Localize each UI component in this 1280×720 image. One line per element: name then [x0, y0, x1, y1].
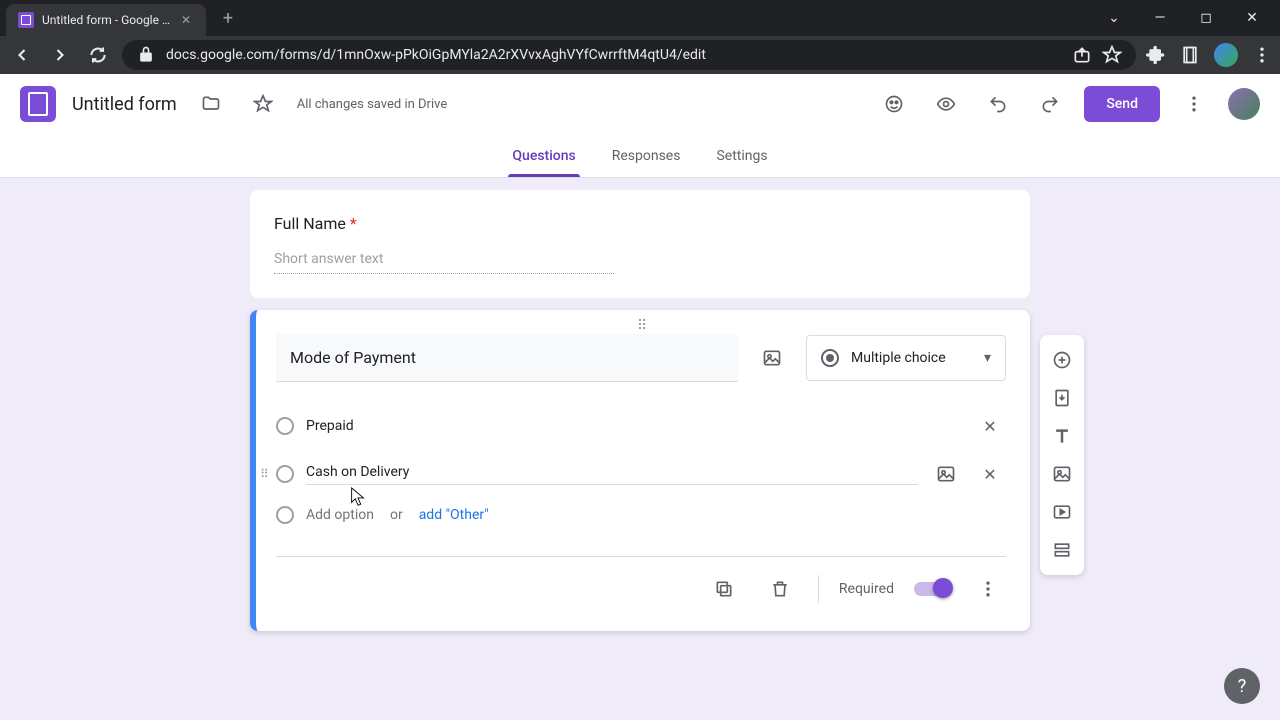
or-text: or: [390, 507, 403, 523]
radio-icon: [821, 349, 839, 367]
radio-icon: [276, 417, 294, 435]
type-label: Multiple choice: [851, 350, 946, 366]
browser-menu-icon[interactable]: [1252, 45, 1272, 65]
required-toggle[interactable]: [914, 582, 950, 596]
address-bar: docs.google.com/forms/d/1mnOxw-pPkOiGpMY…: [0, 36, 1280, 74]
move-folder-icon[interactable]: [193, 86, 229, 122]
short-answer-placeholder: Short answer text: [274, 251, 614, 274]
tab-responses[interactable]: Responses: [608, 134, 685, 177]
option-drag-icon[interactable]: ⠿: [260, 467, 269, 481]
add-question-icon[interactable]: [1040, 341, 1084, 379]
tab-settings[interactable]: Settings: [712, 134, 771, 177]
url-text: docs.google.com/forms/d/1mnOxw-pPkOiGpMY…: [166, 47, 1062, 63]
star-icon[interactable]: [245, 86, 281, 122]
question-title-input[interactable]: [276, 334, 738, 382]
question-card-active[interactable]: ⠿ Multiple choice ▾ Prepaid ✕: [250, 310, 1030, 631]
preview-icon[interactable]: [928, 86, 964, 122]
account-avatar-icon[interactable]: [1228, 88, 1260, 120]
send-button[interactable]: Send: [1084, 86, 1160, 122]
question-title: Full Name: [274, 214, 346, 233]
remove-option-icon[interactable]: ✕: [974, 410, 1006, 442]
reload-icon[interactable]: [84, 41, 112, 69]
share-icon[interactable]: [1072, 45, 1092, 65]
lock-icon: [136, 45, 156, 65]
add-option-button[interactable]: Add option: [306, 507, 374, 523]
app-header: Untitled form All changes saved in Drive…: [0, 74, 1280, 134]
option-text[interactable]: Prepaid: [306, 418, 962, 434]
url-input[interactable]: docs.google.com/forms/d/1mnOxw-pPkOiGpMY…: [122, 40, 1136, 70]
add-section-icon[interactable]: [1040, 531, 1084, 569]
extensions-icon[interactable]: [1146, 45, 1166, 65]
option-row[interactable]: Prepaid ✕: [276, 402, 1006, 450]
side-toolbar: [1040, 335, 1084, 575]
required-label: Required: [839, 581, 894, 597]
question-card[interactable]: Full Name * Short answer text: [250, 190, 1030, 298]
new-tab-button[interactable]: +: [214, 4, 242, 32]
minimize-icon[interactable]: —: [1146, 4, 1174, 32]
add-other-button[interactable]: add "Other": [419, 507, 489, 523]
option-image-icon[interactable]: [930, 458, 962, 490]
back-icon[interactable]: [8, 41, 36, 69]
reading-list-icon[interactable]: [1180, 45, 1200, 65]
maximize-icon[interactable]: ◻: [1192, 4, 1220, 32]
add-video-icon[interactable]: [1040, 493, 1084, 531]
question-more-icon[interactable]: [970, 571, 1006, 607]
help-icon[interactable]: ?: [1224, 668, 1260, 704]
redo-icon[interactable]: [1032, 86, 1068, 122]
add-image-icon[interactable]: [1040, 455, 1084, 493]
radio-icon: [276, 465, 294, 483]
page: Untitled form All changes saved in Drive…: [0, 74, 1280, 720]
chevron-down-icon[interactable]: ⌄: [1100, 4, 1128, 32]
remove-option-icon[interactable]: ✕: [974, 458, 1006, 490]
chevron-down-icon: ▾: [984, 350, 991, 366]
nav-tabs: Questions Responses Settings: [0, 134, 1280, 178]
profile-avatar-icon[interactable]: [1214, 43, 1238, 67]
add-image-icon[interactable]: [754, 340, 790, 376]
options-list: Prepaid ✕ ⠿ Cash on Delivery ✕ Add optio…: [276, 402, 1006, 532]
question-type-select[interactable]: Multiple choice ▾: [806, 335, 1006, 381]
form-title[interactable]: Untitled form: [72, 94, 177, 115]
close-icon[interactable]: ✕: [1238, 4, 1266, 32]
star-icon[interactable]: [1102, 45, 1122, 65]
delete-icon[interactable]: [762, 571, 798, 607]
undo-icon[interactable]: [980, 86, 1016, 122]
radio-icon: [276, 506, 294, 524]
tab-title: Untitled form - Google Forms: [42, 13, 170, 27]
tab-close-icon[interactable]: ✕: [178, 12, 194, 28]
question-footer: Required: [276, 556, 1006, 607]
drag-handle-icon[interactable]: ⠿: [637, 318, 649, 334]
window-controls: ⌄ — ◻ ✕: [1100, 4, 1280, 32]
option-row[interactable]: ⠿ Cash on Delivery ✕: [276, 450, 1006, 498]
more-icon[interactable]: [1176, 86, 1212, 122]
add-option-row: Add option or add "Other": [276, 498, 1006, 532]
duplicate-icon[interactable]: [706, 571, 742, 607]
theme-icon[interactable]: [876, 86, 912, 122]
browser-tab-strip: Untitled form - Google Forms ✕ + ⌄ — ◻ ✕: [0, 0, 1280, 36]
forward-icon[interactable]: [46, 41, 74, 69]
form-canvas: Full Name * Short answer text ⠿ Multiple…: [0, 178, 1280, 720]
add-title-icon[interactable]: [1040, 417, 1084, 455]
import-questions-icon[interactable]: [1040, 379, 1084, 417]
browser-tab[interactable]: Untitled form - Google Forms ✕: [6, 4, 206, 36]
save-status: All changes saved in Drive: [297, 97, 448, 112]
option-text[interactable]: Cash on Delivery: [306, 464, 918, 485]
required-indicator: *: [350, 214, 357, 233]
tab-questions[interactable]: Questions: [508, 134, 579, 177]
forms-logo-icon[interactable]: [20, 86, 56, 122]
tab-favicon-icon: [18, 12, 34, 28]
